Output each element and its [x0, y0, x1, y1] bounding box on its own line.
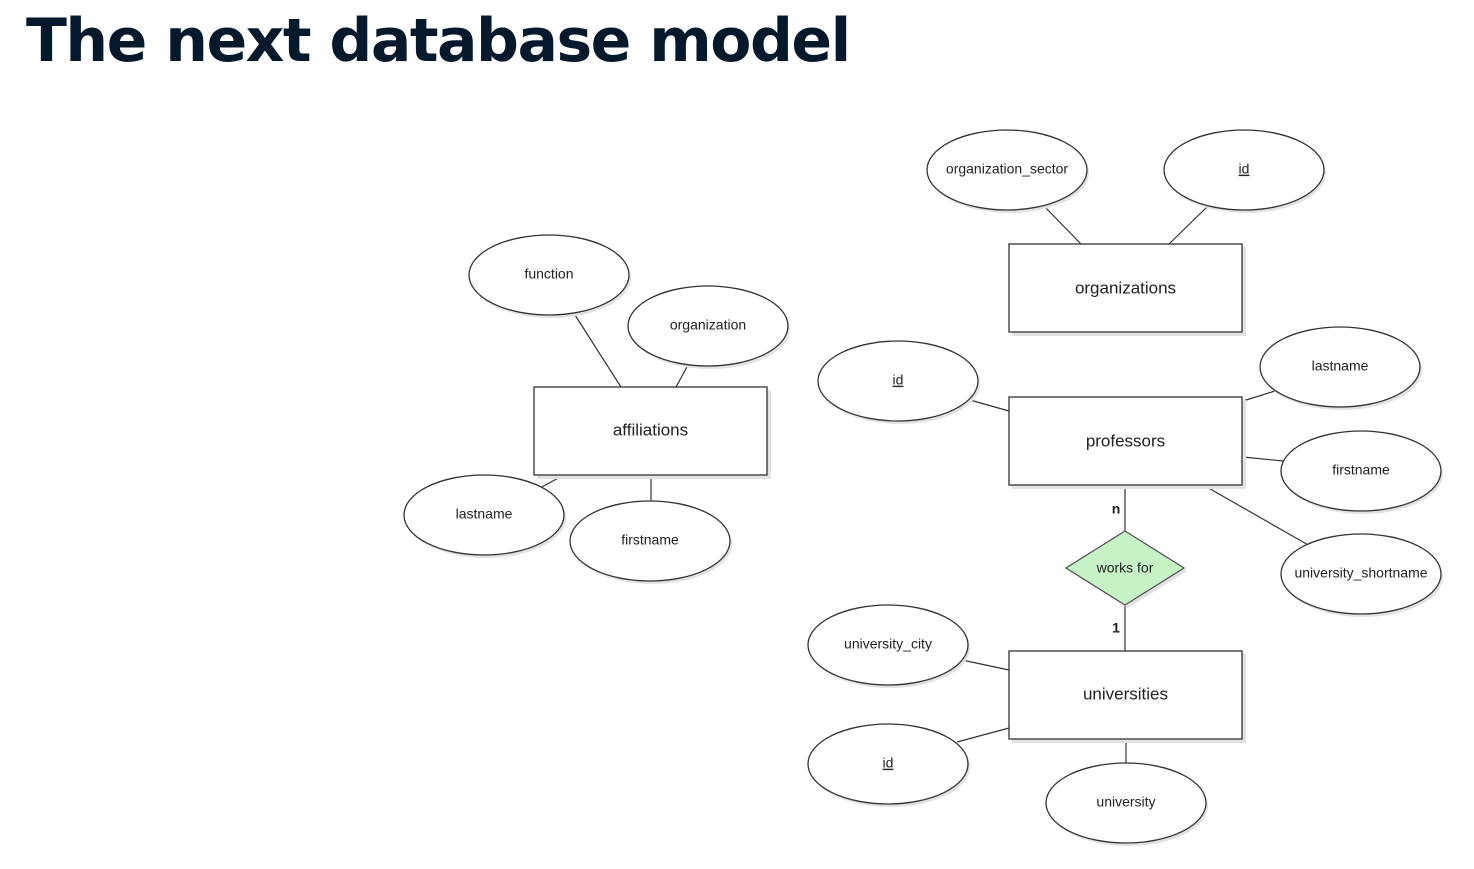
entity-professors-label: professors [1086, 431, 1165, 450]
er-diagram: affiliations function organization lastn… [403, 129, 1443, 846]
svg-text:university_shortname: university_shortname [1294, 565, 1427, 581]
link-organizations-sector [1043, 205, 1082, 245]
link-professors-lastname [1242, 390, 1276, 402]
attr-organizations-id: id [1163, 129, 1326, 213]
entity-professors: professors [1008, 396, 1246, 489]
link-universities-city [961, 659, 1010, 671]
cardinality-universities: 1 [1112, 620, 1120, 636]
attr-affiliations-firstname: firstname [569, 500, 732, 584]
attr-professors-id: id [817, 340, 980, 424]
svg-text:organization: organization [670, 317, 746, 333]
attr-professors-lastname: lastname [1259, 326, 1422, 410]
entity-affiliations: affiliations [533, 386, 771, 479]
attr-professors-univshort: university_shortname [1280, 533, 1443, 617]
svg-text:id: id [1239, 161, 1250, 177]
link-professors-id [969, 399, 1010, 412]
svg-text:id: id [893, 372, 904, 388]
attr-universities-university: university [1045, 762, 1208, 846]
link-professors-univshort [1204, 485, 1311, 547]
cardinality-professors: n [1112, 501, 1121, 517]
link-universities-id [956, 727, 1010, 743]
link-affiliations-function [574, 314, 622, 388]
attr-affiliations-organization: organization [627, 285, 790, 369]
attr-organizations-sector: organization_sector [926, 129, 1089, 213]
attr-affiliations-lastname: lastname [403, 474, 566, 558]
relationship-works-for: works for [1064, 530, 1187, 608]
svg-text:lastname: lastname [456, 506, 513, 522]
entity-organizations-label: organizations [1075, 278, 1176, 297]
entity-affiliations-label: affiliations [613, 420, 688, 439]
entity-organizations: organizations [1008, 243, 1246, 336]
svg-text:function: function [524, 266, 573, 282]
svg-text:firstname: firstname [621, 532, 679, 548]
relationship-works-for-label: works for [1096, 560, 1154, 576]
link-affiliations-organization [675, 364, 689, 388]
link-organizations-id [1168, 205, 1209, 245]
attr-professors-firstname: firstname [1280, 430, 1443, 514]
svg-text:university: university [1096, 794, 1155, 810]
svg-text:firstname: firstname [1332, 462, 1390, 478]
attr-affiliations-function: function [468, 234, 631, 318]
attr-universities-id: id [807, 723, 970, 807]
svg-text:id: id [883, 755, 894, 771]
svg-text:university_city: university_city [844, 636, 932, 652]
attr-universities-city: university_city [807, 604, 970, 688]
entity-universities-label: universities [1083, 684, 1168, 703]
svg-text:organization_sector: organization_sector [946, 161, 1069, 177]
entity-universities: universities [1008, 650, 1246, 743]
svg-text:lastname: lastname [1312, 358, 1369, 374]
link-professors-firstname [1242, 456, 1284, 462]
